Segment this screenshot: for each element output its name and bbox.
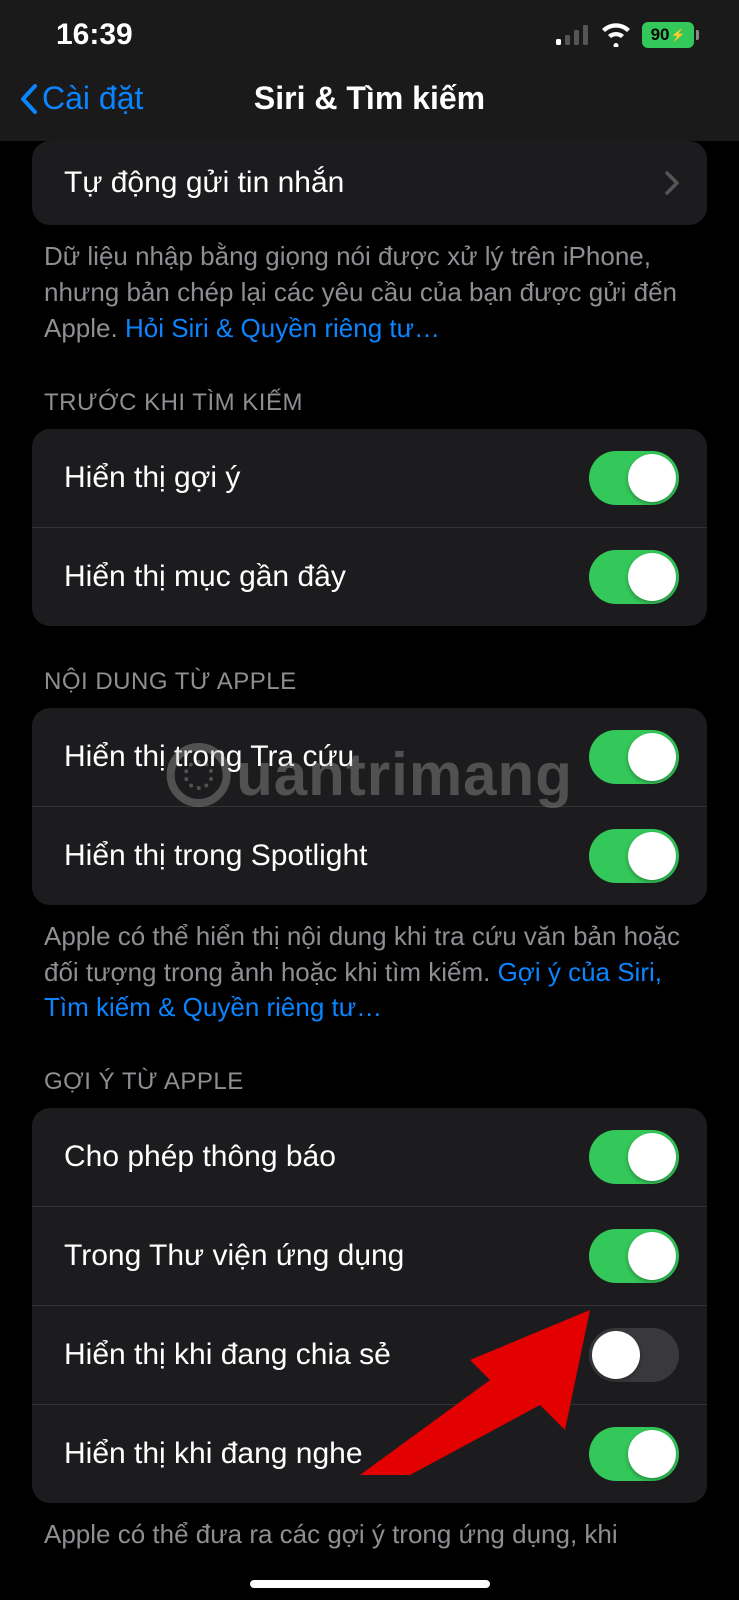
settings-content: Tự động gửi tin nhắn Dữ liệu nhập bằng g… [0,141,739,1593]
group-apple-suggestions: Cho phép thông báo Trong Thư viện ứng dụ… [32,1108,707,1503]
row-label: Hiển thị gợi ý [64,461,240,495]
status-time: 16:39 [56,18,133,52]
chevron-left-icon [20,84,38,114]
group-apple-content: Hiển thị trong Tra cứu Hiển thị trong Sp… [32,708,707,905]
toggle-show-in-lookup[interactable] [589,730,679,784]
home-indicator[interactable] [250,1580,490,1588]
toggle-show-recents[interactable] [589,550,679,604]
row-label: Hiển thị mục gần đây [64,560,346,594]
toggle-in-app-library[interactable] [589,1229,679,1283]
wifi-icon [600,23,632,47]
row-auto-send-messages[interactable]: Tự động gửi tin nhắn [32,141,707,225]
section-header-apple-suggestions: GỢI Ý TỪ APPLE [0,1026,739,1108]
battery-icon: 90⚡ [642,22,699,48]
row-label: Hiển thị trong Spotlight [64,839,368,873]
toggle-show-when-sharing[interactable] [589,1328,679,1382]
row-in-app-library: Trong Thư viện ứng dụng [32,1206,707,1305]
row-show-in-lookup: Hiển thị trong Tra cứu [32,708,707,806]
row-label: Hiển thị trong Tra cứu [64,740,354,774]
link-ask-siri-privacy[interactable]: Hỏi Siri & Quyền riêng tư… [125,313,440,343]
back-label: Cài đặt [42,80,143,117]
section-header-before-search: TRƯỚC KHI TÌM KIẾM [0,347,739,429]
footer-apple-content: Apple có thể hiển thị nội dung khi tra c… [0,905,739,1027]
page-title: Siri & Tìm kiếm [254,80,485,117]
toggle-show-suggestions[interactable] [589,451,679,505]
footer-siri-privacy: Dữ liệu nhập bằng giọng nói được xử lý t… [0,225,739,347]
section-header-apple-content: NỘI DUNG TỪ APPLE [0,626,739,708]
row-label: Cho phép thông báo [64,1140,336,1174]
row-label: Hiển thị khi đang nghe [64,1437,363,1471]
row-label: Hiển thị khi đang chia sẻ [64,1338,391,1372]
navigation-bar: Cài đặt Siri & Tìm kiếm [0,60,739,141]
row-label: Tự động gửi tin nhắn [64,166,344,200]
cellular-signal-icon [556,25,590,45]
status-bar: 16:39 90⚡ [0,0,739,60]
group-auto-send: Tự động gửi tin nhắn [32,141,707,225]
row-label: Trong Thư viện ứng dụng [64,1239,404,1273]
status-icons: 90⚡ [556,22,699,48]
row-show-recents: Hiển thị mục gần đây [32,527,707,626]
row-show-suggestions: Hiển thị gợi ý [32,429,707,527]
row-show-when-sharing: Hiển thị khi đang chia sẻ [32,1305,707,1404]
toggle-allow-notifications[interactable] [589,1130,679,1184]
row-show-in-spotlight: Hiển thị trong Spotlight [32,806,707,905]
footer-apple-suggestions: Apple có thể đưa ra các gợi ý trong ứng … [0,1503,739,1553]
toggle-show-in-spotlight[interactable] [589,829,679,883]
group-before-search: Hiển thị gợi ý Hiển thị mục gần đây [32,429,707,626]
toggle-show-when-listening[interactable] [589,1427,679,1481]
row-show-when-listening: Hiển thị khi đang nghe [32,1404,707,1503]
back-button[interactable]: Cài đặt [20,80,143,117]
chevron-right-icon [665,171,679,195]
row-allow-notifications: Cho phép thông báo [32,1108,707,1206]
